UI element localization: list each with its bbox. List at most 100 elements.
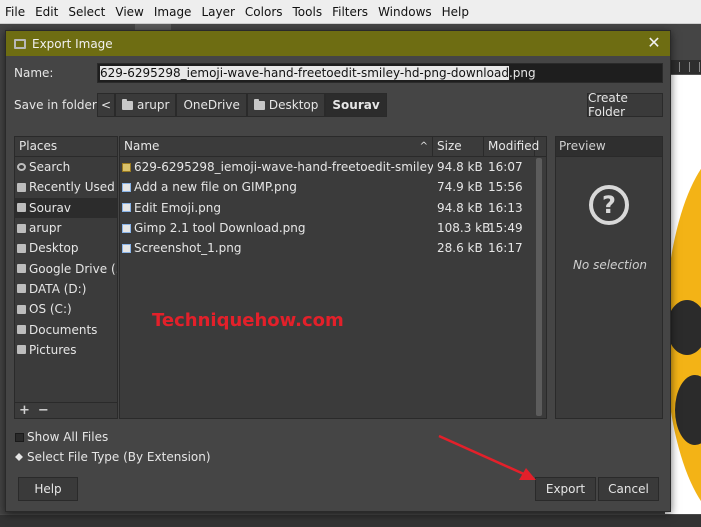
dialog-title: Export Image (32, 36, 113, 51)
add-bookmark-button[interactable]: + (19, 403, 30, 418)
file-list: Name ^ Size Modified 629-6295298_iemoji-w… (119, 136, 547, 419)
save-in-folder-label: Save in folder: (14, 98, 101, 112)
close-icon[interactable]: ✕ (646, 35, 662, 51)
file-row[interactable]: Screenshot_1.png 28.6 kB 16:17 (120, 238, 546, 258)
place-desktop[interactable]: Desktop (15, 238, 117, 258)
dialog-titlebar: Export Image ✕ (6, 31, 670, 56)
file-name: Edit Emoji.png (134, 200, 221, 215)
file-modified: 16:07 (488, 160, 523, 175)
menu-select[interactable]: Select (63, 5, 110, 19)
image-file-icon (122, 162, 131, 172)
select-file-type-expander[interactable]: Select File Type (By Extension) (15, 450, 211, 464)
file-size: 28.6 kB (437, 241, 483, 256)
back-button[interactable]: < (97, 93, 115, 117)
place-data-d[interactable]: DATA (D:) (15, 279, 117, 299)
help-button[interactable]: Help (18, 477, 78, 501)
file-list-scrollbar[interactable] (536, 158, 542, 416)
cancel-button[interactable]: Cancel (598, 477, 659, 501)
menu-help[interactable]: Help (437, 5, 474, 19)
folder-icon (17, 203, 26, 213)
name-label: Name: (14, 66, 54, 80)
gimp-icon (14, 38, 26, 49)
image-file-icon (122, 203, 131, 213)
column-modified[interactable]: Modified (484, 137, 539, 156)
file-modified: 16:17 (488, 241, 523, 256)
place-pictures[interactable]: Pictures (15, 340, 117, 360)
column-name[interactable]: Name ^ (120, 137, 433, 156)
remove-bookmark-button[interactable]: − (38, 403, 49, 418)
menu-edit[interactable]: Edit (30, 5, 63, 19)
file-row[interactable]: Add a new file on GIMP.png 74.9 kB 15:56 (120, 177, 546, 197)
menu-image[interactable]: Image (149, 5, 197, 19)
filename-selected-text: 629-6295298_iemoji-wave-hand-freetoedit-… (100, 66, 509, 80)
menu-layer[interactable]: Layer (196, 5, 239, 19)
file-row[interactable]: 629-6295298_iemoji-wave-hand-freetoedit-… (120, 157, 546, 177)
file-name: Add a new file on GIMP.png (134, 180, 297, 195)
drive-icon (17, 304, 26, 314)
status-bar (0, 514, 701, 527)
menu-filters[interactable]: Filters (327, 5, 373, 19)
create-folder-button[interactable]: Create Folder (587, 91, 663, 119)
breadcrumb-sourav[interactable]: Sourav (325, 93, 387, 117)
export-image-dialog: Export Image ✕ Name: 629-6295298_iemoji-… (5, 30, 671, 512)
preview-panel: Preview ? No selection (555, 136, 663, 419)
recent-icon (17, 182, 26, 192)
file-name: Screenshot_1.png (134, 241, 242, 256)
folder-icon (253, 98, 265, 110)
filename-extension: .png (508, 66, 536, 80)
menu-windows[interactable]: Windows (373, 5, 437, 19)
image-file-icon (122, 182, 131, 192)
main-menubar: File Edit Select View Image Layer Colors… (0, 0, 701, 24)
smiley-eye (667, 300, 701, 355)
column-size[interactable]: Size (433, 137, 484, 156)
file-size: 74.9 kB (437, 180, 483, 195)
place-arupr[interactable]: arupr (15, 218, 117, 238)
watermark-text: Techniquehow.com (152, 310, 344, 331)
breadcrumb-arupr[interactable]: arupr (115, 93, 177, 117)
export-button[interactable]: Export (535, 477, 596, 501)
menu-view[interactable]: View (110, 5, 148, 19)
question-icon: ? (589, 185, 629, 225)
breadcrumb: < arupr OneDrive Desktop Sourav (97, 93, 387, 117)
folder-icon (17, 345, 26, 355)
file-modified: 16:13 (488, 200, 523, 215)
menu-file[interactable]: File (0, 5, 30, 19)
breadcrumb-onedrive[interactable]: OneDrive (176, 93, 247, 117)
image-file-icon (122, 223, 131, 233)
menu-tools[interactable]: Tools (288, 5, 328, 19)
show-all-files-checkbox[interactable]: Show All Files (15, 430, 108, 444)
places-header: Places (15, 137, 117, 157)
file-modified: 15:49 (488, 221, 523, 236)
file-size: 94.8 kB (437, 160, 483, 175)
file-row[interactable]: Edit Emoji.png 94.8 kB 16:13 (120, 198, 546, 218)
place-google-drive[interactable]: Google Drive (... (15, 258, 117, 278)
file-name: Gimp 2.1 tool Download.png (134, 221, 306, 236)
folder-icon (17, 325, 26, 335)
file-modified: 15:56 (488, 180, 523, 195)
search-icon (17, 163, 26, 172)
menu-colors[interactable]: Colors (240, 5, 288, 19)
drive-icon (17, 284, 26, 294)
place-sourav[interactable]: Sourav (15, 197, 117, 218)
place-documents[interactable]: Documents (15, 319, 117, 339)
chevron-left-icon: < (100, 98, 112, 112)
drive-icon (17, 264, 26, 274)
checkbox-box (15, 432, 24, 442)
file-name: 629-6295298_iemoji-wave-hand-freetoedit-… (134, 160, 433, 175)
sort-up-icon: ^ (419, 141, 428, 152)
file-size: 108.3 kB (437, 221, 491, 236)
filename-input[interactable]: 629-6295298_iemoji-wave-hand-freetoedit-… (97, 63, 663, 83)
breadcrumb-desktop[interactable]: Desktop (246, 93, 326, 117)
file-row[interactable]: Gimp 2.1 tool Download.png 108.3 kB 15:4… (120, 218, 546, 238)
place-os-c[interactable]: OS (C:) (15, 299, 117, 319)
places-footer: + − (15, 402, 117, 418)
places-panel: Places Search Recently Used Sourav arupr… (14, 136, 118, 419)
place-search[interactable]: Search (15, 157, 117, 177)
image-file-icon (122, 243, 131, 253)
folder-icon (122, 98, 133, 110)
expander-icon (15, 453, 24, 462)
file-size: 94.8 kB (437, 200, 483, 215)
no-selection-text: No selection (572, 258, 648, 272)
folder-icon (17, 243, 26, 253)
place-recently-used[interactable]: Recently Used (15, 177, 117, 197)
